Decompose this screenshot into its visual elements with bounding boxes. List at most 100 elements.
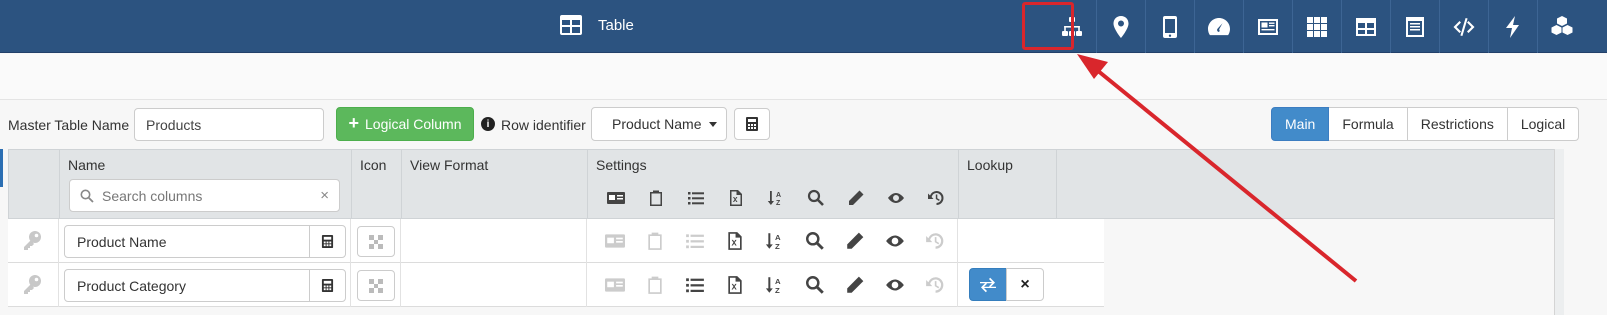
- formula-calculator-button[interactable]: [309, 270, 345, 301]
- tab-main[interactable]: Main: [1271, 107, 1330, 141]
- clipboard-icon[interactable]: [635, 273, 675, 297]
- table-row: Product Category AZ ×: [8, 263, 1104, 307]
- newspaper-icon[interactable]: [1243, 0, 1292, 53]
- excel-file-icon[interactable]: [715, 229, 755, 253]
- master-table-input[interactable]: Products: [134, 108, 324, 141]
- row-settings-icons: AZ: [595, 229, 955, 253]
- pencil-icon[interactable]: [836, 186, 876, 210]
- add-logical-column-label: Logical Column: [365, 116, 462, 132]
- search-icon[interactable]: [795, 229, 835, 253]
- row-view-format-cell: [400, 219, 586, 263]
- header-spacer: [1056, 150, 1556, 220]
- key-icon: [24, 275, 41, 294]
- grid-header: Name Search columns × Icon View Format S…: [8, 149, 1564, 220]
- table-settings-row: Master Table Name Products + Logical Colu…: [0, 107, 1607, 143]
- column-name-value: Product Category: [77, 278, 186, 294]
- eye-icon[interactable]: [875, 273, 915, 297]
- add-logical-column-button[interactable]: + Logical Column: [336, 107, 474, 141]
- history-icon[interactable]: [915, 229, 955, 253]
- list-icon[interactable]: [675, 229, 715, 253]
- svg-text:A: A: [775, 277, 781, 286]
- header-icon: Icon: [351, 150, 401, 220]
- search-input[interactable]: Search columns ×: [69, 179, 340, 212]
- sort-az-icon[interactable]: AZ: [755, 229, 795, 253]
- id-card-icon[interactable]: [595, 229, 635, 253]
- top-navbar: Table: [0, 0, 1607, 53]
- bolt-icon[interactable]: [1488, 0, 1537, 53]
- info-icon[interactable]: i: [481, 117, 495, 131]
- pencil-icon[interactable]: [835, 273, 875, 297]
- eye-icon[interactable]: [875, 229, 915, 253]
- code-icon[interactable]: [1439, 0, 1488, 53]
- columns-grid: Name Search columns × Icon View Format S…: [8, 149, 1564, 315]
- header-view-format-label: View Format: [410, 157, 489, 173]
- svg-text:Z: Z: [775, 242, 780, 251]
- icon-placeholder-icon: [369, 278, 383, 293]
- mode-tabs: Main Formula Restrictions Logical: [1271, 107, 1580, 141]
- sort-az-icon[interactable]: AZ: [755, 273, 795, 297]
- selection-edge: [0, 149, 3, 187]
- row-identifier-label: Row identifier: [501, 117, 586, 133]
- icon-picker-button[interactable]: [357, 226, 395, 257]
- header-name-label: Name: [68, 157, 106, 173]
- icon-picker-button[interactable]: [357, 270, 395, 301]
- plus-icon: +: [348, 112, 359, 133]
- clipboard-icon[interactable]: [635, 229, 675, 253]
- table-icon[interactable]: [1341, 0, 1390, 53]
- cubes-icon[interactable]: [1537, 0, 1586, 53]
- tab-restrictions[interactable]: Restrictions: [1407, 107, 1508, 141]
- calculator-icon: [321, 235, 334, 248]
- row-identifier-value: Product Name: [612, 116, 702, 132]
- lookup-swap-button[interactable]: [969, 268, 1007, 301]
- calculator-icon: [746, 117, 758, 131]
- highlight-box: [1022, 2, 1074, 50]
- row-settings-icons: AZ: [595, 273, 955, 297]
- formula-calculator-button[interactable]: [309, 226, 345, 257]
- tab-formula[interactable]: Formula: [1329, 107, 1408, 141]
- calculator-icon: [321, 279, 334, 292]
- master-table-label: Master Table Name: [8, 117, 130, 133]
- exchange-icon: [980, 277, 996, 292]
- eye-icon[interactable]: [876, 186, 916, 210]
- dashboard-icon[interactable]: [1194, 0, 1243, 53]
- id-card-icon[interactable]: [596, 186, 636, 210]
- header-view-format: View Format: [401, 150, 587, 220]
- page-title-wrap: Table: [560, 15, 634, 35]
- svg-text:A: A: [776, 192, 781, 199]
- history-icon[interactable]: [916, 186, 956, 210]
- sub-toolbar: [0, 54, 1607, 100]
- sort-az-icon[interactable]: AZ: [756, 186, 796, 210]
- header-lookup: Lookup: [958, 150, 1056, 220]
- calculator-button[interactable]: [734, 108, 770, 140]
- svg-text:Z: Z: [775, 286, 780, 295]
- grid-icon[interactable]: [1292, 0, 1341, 53]
- header-lookup-label: Lookup: [967, 157, 1013, 173]
- master-table-value: Products: [146, 116, 202, 133]
- list-icon[interactable]: [676, 186, 716, 210]
- history-icon[interactable]: [915, 273, 955, 297]
- column-name-input[interactable]: Product Name: [64, 225, 346, 258]
- clipboard-icon[interactable]: [636, 186, 676, 210]
- excel-file-icon[interactable]: [716, 186, 756, 210]
- page-title: Table: [598, 16, 634, 34]
- tab-logical[interactable]: Logical: [1507, 107, 1580, 141]
- map-marker-icon[interactable]: [1096, 0, 1145, 53]
- mobile-icon[interactable]: [1145, 0, 1194, 53]
- svg-text:A: A: [775, 233, 781, 242]
- row-lookup-cell: [957, 219, 1055, 263]
- list-alt-icon[interactable]: [1390, 0, 1439, 53]
- list-icon[interactable]: [675, 273, 715, 297]
- grid-scrollbar[interactable]: [1554, 149, 1564, 315]
- pencil-icon[interactable]: [835, 229, 875, 253]
- key-icon: [24, 231, 41, 250]
- lookup-clear-button[interactable]: ×: [1006, 268, 1044, 301]
- id-card-icon[interactable]: [595, 273, 635, 297]
- row-identifier-dropdown[interactable]: Product Name: [591, 107, 727, 141]
- search-placeholder: Search columns: [102, 187, 203, 204]
- clear-search-icon[interactable]: ×: [320, 187, 329, 204]
- excel-file-icon[interactable]: [715, 273, 755, 297]
- search-icon[interactable]: [795, 273, 835, 297]
- search-icon[interactable]: [796, 186, 836, 210]
- column-name-input[interactable]: Product Category: [64, 269, 346, 302]
- svg-text:Z: Z: [776, 200, 781, 207]
